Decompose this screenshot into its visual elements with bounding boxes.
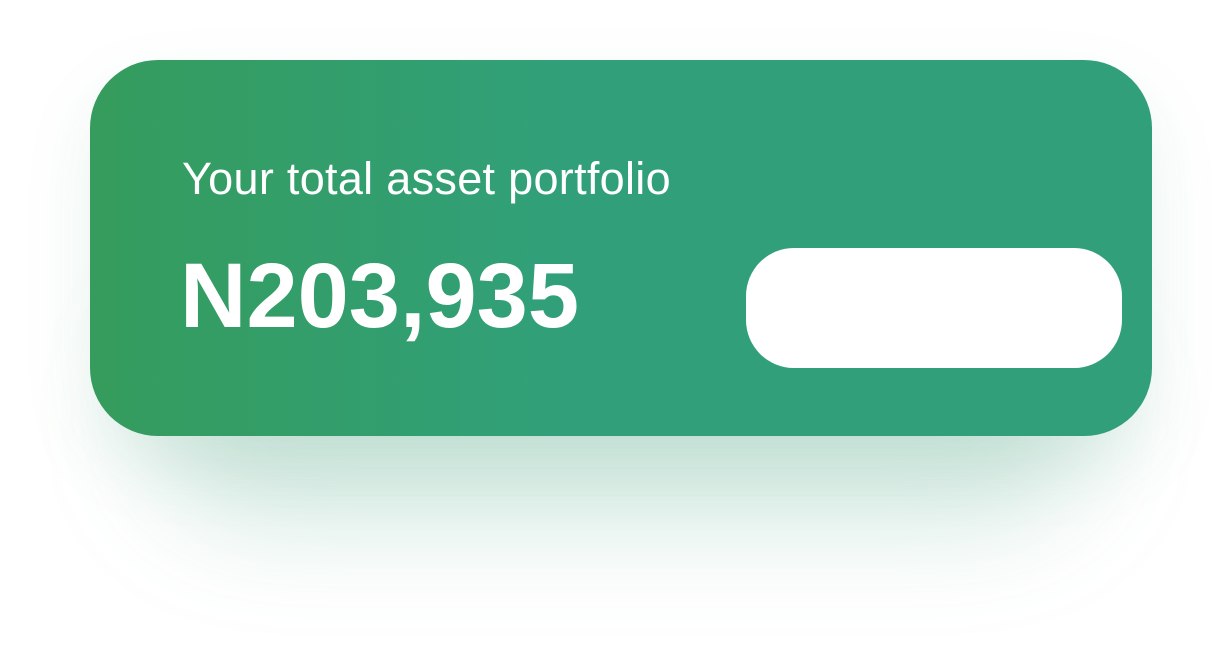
portfolio-action-button[interactable] (746, 248, 1122, 368)
portfolio-label: Your total asset portfolio (182, 153, 671, 204)
screen: Your total asset portfolio N203,935 (0, 0, 1224, 648)
portfolio-amount: N203,935 (180, 245, 579, 347)
portfolio-card: Your total asset portfolio N203,935 (90, 60, 1152, 436)
